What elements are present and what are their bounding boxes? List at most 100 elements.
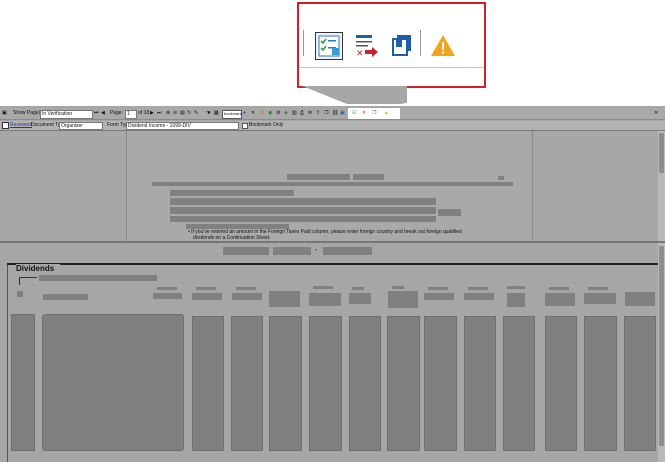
redacted-text bbox=[170, 198, 436, 205]
fit-page-icon[interactable]: ▤ bbox=[180, 110, 185, 116]
redacted-header bbox=[157, 287, 177, 290]
print-icon[interactable]: ⎙ bbox=[300, 110, 304, 116]
star-icon[interactable]: ✪ bbox=[260, 110, 264, 116]
toolbar-zoom-callout: ✕ bbox=[297, 2, 486, 88]
entry-column[interactable] bbox=[424, 316, 457, 451]
share-icon[interactable]: ◈ bbox=[284, 110, 288, 116]
page-input-value: 1 bbox=[127, 111, 130, 117]
close-doc-icon[interactable]: ✕ bbox=[251, 110, 255, 116]
first-page-icon[interactable]: ⏮ bbox=[94, 110, 99, 116]
separator-dash: - bbox=[315, 247, 318, 254]
redacted-header bbox=[507, 293, 525, 307]
form-type-select[interactable]: Dividend Income - 1099-DIV bbox=[126, 122, 239, 130]
callout-divider bbox=[299, 67, 484, 68]
redacted-header bbox=[424, 293, 454, 300]
globe-icon[interactable]: ● bbox=[243, 110, 246, 116]
document-scrollbar[interactable] bbox=[658, 131, 665, 241]
reject-mark-icon[interactable]: ✕ bbox=[352, 32, 380, 60]
redacted-header bbox=[43, 294, 88, 300]
redacted-field bbox=[223, 247, 269, 255]
doc-icon[interactable]: ▥ bbox=[292, 110, 297, 116]
entry-column[interactable] bbox=[545, 316, 577, 451]
entry-column[interactable] bbox=[624, 316, 656, 451]
verify-checklist-small-icon[interactable]: ☑ bbox=[352, 110, 356, 116]
hand-icon[interactable]: ☚ bbox=[206, 110, 210, 116]
prev-page-icon[interactable]: ◀ bbox=[101, 110, 105, 116]
bookmark-only-label: Bookmark Only bbox=[249, 122, 284, 128]
header-connector bbox=[19, 277, 37, 278]
left-panel bbox=[0, 131, 127, 241]
rotate-icon[interactable]: ↻ bbox=[187, 110, 191, 116]
redacted-field bbox=[323, 247, 372, 255]
verify-checklist-icon[interactable] bbox=[315, 32, 343, 60]
bookmark-only-checkbox[interactable] bbox=[242, 123, 248, 129]
redacted-header bbox=[549, 287, 569, 290]
redacted-header bbox=[625, 292, 655, 306]
page-label: Page: bbox=[110, 110, 124, 116]
link-icon[interactable]: ⛓ bbox=[332, 110, 338, 116]
header-connector bbox=[19, 277, 20, 285]
redacted-header bbox=[392, 286, 404, 289]
document-type-select[interactable]: Organizer bbox=[59, 122, 103, 130]
bookmark-pages-small-icon[interactable]: ❐ bbox=[372, 110, 376, 116]
bookmark-pages-icon[interactable] bbox=[388, 32, 416, 60]
section-title: Dividends bbox=[16, 264, 60, 273]
zoom-out-icon[interactable]: ⊖ bbox=[173, 110, 177, 116]
tool-icon[interactable]: ⚙ bbox=[276, 110, 280, 116]
redacted-header bbox=[507, 286, 525, 289]
form-scrollbar-thumb[interactable] bbox=[659, 246, 664, 446]
toolbar-separator bbox=[303, 30, 304, 56]
redacted-header bbox=[153, 293, 182, 299]
redacted-header bbox=[232, 293, 262, 300]
redacted-header bbox=[309, 293, 341, 306]
entry-column[interactable] bbox=[464, 316, 496, 451]
section-rule bbox=[7, 263, 658, 265]
panel-close-icon[interactable]: ✕ bbox=[654, 110, 658, 116]
page-input[interactable]: 1 bbox=[125, 110, 137, 119]
redacted-text bbox=[152, 182, 513, 186]
show-pages-icon: ▣ bbox=[2, 110, 7, 116]
page-total: of 18 bbox=[138, 110, 150, 116]
form-scrollbar[interactable] bbox=[658, 243, 665, 462]
entry-column[interactable] bbox=[309, 316, 342, 451]
reviewed-link[interactable]: Reviewed bbox=[10, 122, 32, 128]
book-icon[interactable]: ▣ bbox=[340, 110, 345, 116]
entry-column[interactable] bbox=[192, 316, 224, 451]
redacted-field bbox=[273, 247, 311, 255]
redacted-text bbox=[170, 216, 436, 222]
redacted-header bbox=[428, 287, 448, 290]
reviewed-checkbox[interactable] bbox=[2, 122, 9, 129]
redacted-header bbox=[192, 293, 222, 300]
entry-column[interactable] bbox=[387, 316, 420, 451]
entry-column[interactable] bbox=[349, 316, 381, 451]
copy-icon[interactable]: ❐ bbox=[324, 110, 328, 116]
mail-icon[interactable]: ✉ bbox=[308, 110, 312, 116]
redacted-header bbox=[588, 287, 608, 290]
entry-column[interactable] bbox=[11, 314, 35, 451]
redacted-header bbox=[388, 291, 418, 308]
payer-name-column[interactable] bbox=[42, 314, 184, 451]
export-icon[interactable]: ⇪ bbox=[316, 110, 320, 116]
refresh-icon[interactable]: ◉ bbox=[268, 110, 272, 116]
redacted-text bbox=[438, 209, 461, 216]
reject-mark-small-icon[interactable]: ✕ bbox=[362, 110, 366, 116]
row-checkbox[interactable] bbox=[17, 291, 23, 297]
entry-column[interactable] bbox=[503, 316, 535, 451]
bookmark-button[interactable]: bookmark bbox=[222, 110, 242, 119]
next-page-icon[interactable]: ▶ bbox=[150, 110, 154, 116]
warning-small-icon[interactable]: ▲ bbox=[384, 110, 389, 116]
pencil-icon[interactable]: ✎ bbox=[194, 110, 198, 116]
document-scrollbar-thumb[interactable] bbox=[659, 133, 664, 173]
entry-column[interactable] bbox=[584, 316, 617, 451]
form-type-value: Dividend Income - 1099-DIV bbox=[128, 123, 191, 129]
redacted-text bbox=[170, 207, 436, 214]
last-page-icon[interactable]: ⏭ bbox=[157, 110, 162, 116]
zoom-in-icon[interactable]: ⊕ bbox=[166, 110, 170, 116]
select-icon[interactable]: ▦ bbox=[214, 110, 219, 116]
bookmark-button-label: bookmark bbox=[224, 111, 242, 116]
warning-icon[interactable] bbox=[429, 32, 457, 60]
show-pages-select[interactable]: In Verification bbox=[40, 110, 93, 119]
entry-column[interactable] bbox=[231, 316, 263, 451]
show-pages-value: In Verification bbox=[42, 111, 73, 117]
entry-column[interactable] bbox=[269, 316, 302, 451]
